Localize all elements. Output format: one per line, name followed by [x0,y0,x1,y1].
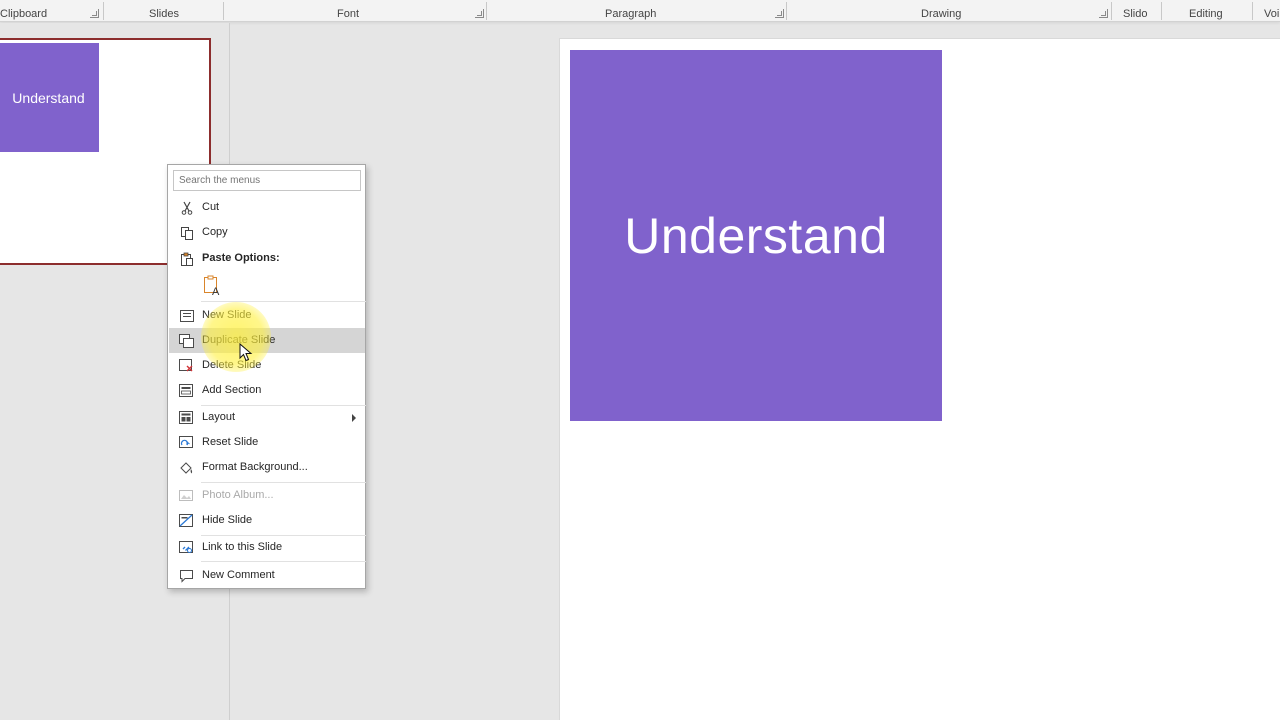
menu-item-new-comment[interactable]: New Comment [169,563,365,588]
ribbon-separator [786,2,787,20]
menu-item-photo-album: Photo Album... [169,483,365,508]
menu-item-label: Cut [202,201,220,213]
menu-item-cut[interactable]: Cut [169,195,365,220]
ribbon-separator [1161,2,1162,20]
ribbon-separator [486,2,487,20]
menu-separator [201,301,366,302]
ribbon-separator [1111,2,1112,20]
menu-separator [201,561,366,562]
ribbon-group-font: Font [337,8,360,20]
menu-search-input[interactable] [173,170,361,191]
thumbnail-shape: Understand [0,43,99,152]
svg-text:A: A [212,286,220,296]
menu-item-label: Duplicate Slide [202,334,276,346]
menu-item-reset-slide[interactable]: Reset Slide [169,430,365,455]
layout-icon [179,410,194,425]
ribbon-group-paragraph: Paragraph [605,8,657,20]
menu-item-label: New Comment [202,569,275,581]
submenu-arrow-icon [352,414,356,422]
duplicate-slide-icon [179,333,194,348]
menu-item-label: Layout [202,411,236,423]
clipboard-icon [179,251,194,266]
menu-item-label: Link to this Slide [202,541,283,553]
copy-icon [179,225,194,240]
delete-slide-icon [179,358,194,373]
hide-slide-icon [179,513,194,528]
reset-slide-icon [179,435,194,450]
menu-item-hide-slide[interactable]: Hide Slide [169,508,365,533]
menu-item-link-to-slide[interactable]: Link to this Slide [169,535,365,560]
ribbon-group-labels: Clipboard Slides Font Paragraph Drawing … [0,0,1280,22]
menu-item-label: Copy [202,226,228,238]
menu-item-label: Reset Slide [202,436,259,448]
ribbon-separator [103,2,104,20]
link-slide-icon [179,540,194,555]
font-launcher-icon[interactable] [475,9,484,18]
comment-icon [179,568,194,583]
menu-item-label: Add Section [202,384,262,396]
thumbnail-shape-text: Understand [12,89,85,106]
menu-item-format-background[interactable]: Format Background... [169,455,365,480]
menu-item-label: New Slide [202,309,252,321]
ribbon-group-editing: Editing [1189,8,1223,20]
add-section-icon [179,383,194,398]
menu-item-delete-slide[interactable]: Delete Slide [169,353,365,378]
paragraph-launcher-icon[interactable] [775,9,784,18]
menu-item-label: Photo Album... [202,489,274,501]
paint-bucket-icon [179,460,194,475]
drawing-launcher-icon[interactable] [1099,9,1108,18]
menu-item-new-slide[interactable]: New Slide [169,303,365,328]
ribbon-separator [1252,2,1253,20]
ribbon-group-slido: Slido [1123,8,1148,20]
menu-item-layout[interactable]: Layout [169,405,365,430]
context-menu: Cut Copy Paste Options: A New Slide Dupl… [167,164,366,589]
ribbon-group-clipboard: Clipboard [0,8,48,20]
slide-shape[interactable]: Understand [570,50,942,421]
clipboard-launcher-icon[interactable] [90,9,99,18]
menu-item-copy[interactable]: Copy [169,220,365,245]
menu-item-duplicate-slide[interactable]: Duplicate Slide [169,328,365,353]
ribbon-separator [223,2,224,20]
paste-keep-text-only-icon[interactable]: A [201,274,223,298]
menu-item-label: Delete Slide [202,359,262,371]
menu-item-label: Hide Slide [202,514,253,526]
menu-item-add-section[interactable]: Add Section [169,378,365,403]
new-slide-icon [179,308,194,323]
menu-item-label: Paste Options: [202,252,280,264]
ribbon-group-slides: Slides [149,8,179,20]
ribbon-group-voice: Voi [1264,8,1280,20]
photo-album-icon [179,488,194,503]
menu-item-paste-options: Paste Options: [169,246,365,271]
slide-canvas[interactable]: Understand [559,38,1280,720]
slide-shape-text[interactable]: Understand [624,207,888,265]
scissors-icon [179,200,194,215]
ribbon-group-drawing: Drawing [921,8,962,20]
menu-item-label: Format Background... [202,461,308,473]
